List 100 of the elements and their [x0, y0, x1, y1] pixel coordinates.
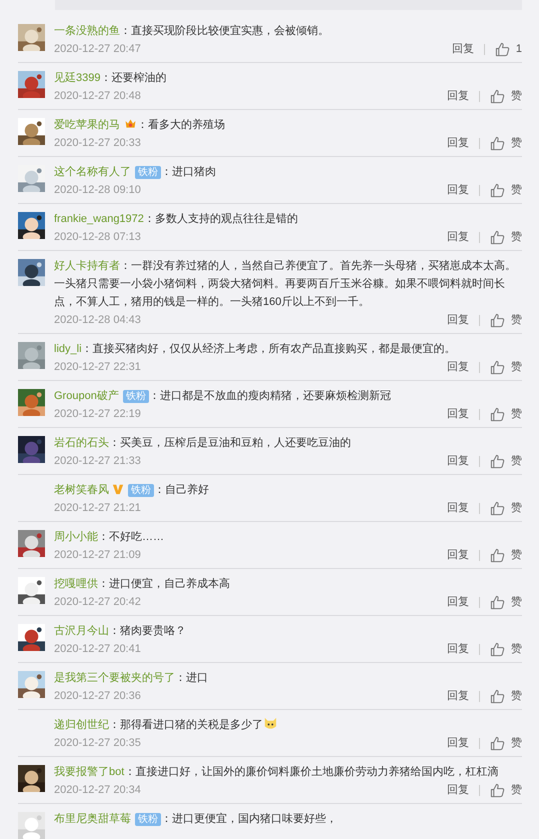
- like-count: 赞: [511, 736, 522, 751]
- comment-text: Groupon破产 铁粉 ：进口都是不放血的瘦肉精猪，还要麻烦检测新冠: [54, 388, 392, 405]
- comment-text: 老树笑春风 铁粉 ：自己养好: [54, 482, 210, 499]
- reply-link[interactable]: 回复: [447, 134, 469, 152]
- like-count: 赞: [511, 501, 522, 516]
- crown-icon: [124, 117, 137, 130]
- thumbs-up-icon[interactable]: [490, 136, 505, 150]
- thumbs-up-icon[interactable]: [490, 548, 505, 562]
- reply-link[interactable]: 回复: [447, 546, 469, 564]
- user-name-link[interactable]: Groupon破产: [54, 390, 119, 402]
- user-name-link[interactable]: 老树笑春风: [54, 484, 109, 496]
- comment-text: 岩石的石头：买美豆，压榨后是豆油和豆粕，人还要吃豆油的: [54, 436, 352, 451]
- thumbs-up-icon[interactable]: [490, 500, 505, 516]
- user-name-link[interactable]: 岩石的石头: [54, 437, 109, 449]
- comment-text: frankie_wang1972：多数人支持的观点往往是错的: [54, 212, 299, 227]
- user-name-link[interactable]: 我要报警了bot: [54, 766, 124, 778]
- comment-time: 2020-12-28 04:43: [54, 313, 141, 328]
- reply-link[interactable]: 回复: [447, 181, 469, 199]
- comment-text: 布里尼奥甜草莓 铁粉 ：进口更便宜，国内猪口味要好些，: [54, 812, 338, 828]
- fan-badge: 铁粉: [135, 813, 161, 826]
- user-name-link[interactable]: 周小小能: [54, 531, 98, 543]
- thumbs-up-icon[interactable]: [490, 454, 505, 468]
- like-count: 赞: [511, 313, 522, 328]
- like-count: 赞: [511, 407, 522, 422]
- thumbs-up-icon[interactable]: [490, 230, 505, 244]
- comment-time: 2020-12-27 20:48: [54, 89, 141, 104]
- comment-text: 我要报警了bot：直接进口好，让国外的廉价饲料廉价土地廉价劳动力养猪给国内吃，杠杠滴: [54, 764, 500, 780]
- user-name-link[interactable]: 挖嘎哩供: [54, 578, 98, 590]
- comment-time: 2020-12-27 20:33: [54, 136, 141, 151]
- like-count: 赞: [511, 642, 522, 657]
- like-count: 赞: [511, 89, 522, 104]
- comment-text: 是我第三个要被夹的号了：进口: [54, 671, 209, 686]
- like-count: 赞: [511, 595, 522, 610]
- like-count: 赞: [511, 230, 522, 245]
- thumbs-up-icon[interactable]: [490, 642, 505, 656]
- reply-link[interactable]: 回复: [447, 452, 469, 470]
- like-count: 1: [516, 42, 522, 57]
- comment-time: 2020-12-27 20:41: [54, 642, 141, 657]
- reply-link[interactable]: 回复: [447, 593, 469, 611]
- thumbs-up-icon[interactable]: [494, 42, 510, 56]
- reply-link[interactable]: 回复: [447, 687, 469, 705]
- reply-link[interactable]: 回复: [447, 734, 469, 752]
- thumbs-up-icon[interactable]: [490, 360, 505, 374]
- user-name-link[interactable]: 爱吃苹果的马: [54, 119, 120, 131]
- comment-time: 2020-12-27 20:42: [54, 595, 141, 610]
- comment-text: 爱吃苹果的马 ：看多大的养殖场: [54, 116, 226, 133]
- comment-text: 周小小能：不好吃……: [54, 530, 165, 545]
- like-count: 赞: [511, 548, 522, 563]
- reply-link[interactable]: 回复: [447, 87, 469, 105]
- comment-text: 递归创世纪：那得看进口猪的关税是多少了: [54, 716, 522, 734]
- comment-time: 2020-12-27 21:21: [54, 501, 141, 516]
- comment-time: 2020-12-27 21:09: [54, 548, 141, 563]
- thumbs-up-icon[interactable]: [490, 312, 505, 328]
- comment-time: 2020-12-28 07:13: [54, 230, 141, 245]
- like-count: 赞: [511, 454, 522, 469]
- user-name-link[interactable]: 好人卡持有者: [54, 260, 120, 272]
- thumbs-up-icon[interactable]: [490, 782, 505, 798]
- user-name-link[interactable]: 是我第三个要被夹的号了: [54, 672, 175, 684]
- reply-link[interactable]: 回复: [447, 358, 469, 376]
- comment-text: 好人卡持有者：一群没有养过猪的人，当然自己养便宜了。首先养一头母猪，买猪崽成本太高。一头猪只需要一小袋小猪饲料，两袋大猪饲料。再要两百斤玉米谷糠。如果不喂饲料就时间长点，不算人工，猪用的钱是一样的。一头猪160斤以上不到一千。: [54, 258, 517, 310]
- comment-text: 这个名称有人了 铁粉 ：进口猪肉: [54, 164, 217, 181]
- user-name-link[interactable]: frankie_wang1972: [54, 213, 144, 225]
- user-name-link[interactable]: 一条没熟的鱼: [54, 25, 120, 37]
- reply-link[interactable]: 回复: [447, 405, 469, 423]
- user-name-link[interactable]: 布里尼奥甜草莓: [54, 813, 131, 825]
- thumbs-up-icon[interactable]: [490, 182, 505, 198]
- thumbs-up-icon[interactable]: [490, 88, 505, 104]
- comment-text: lidy_li：直接买猪肉好，仅仅从经济上考虑，所有农产品直接购买，都是最便宜的。: [54, 342, 457, 357]
- like-count: 赞: [511, 183, 522, 198]
- user-name-link[interactable]: 这个名称有人了: [54, 166, 131, 178]
- thumbs-up-icon[interactable]: [490, 406, 505, 422]
- comment-time: 2020-12-27 20:47: [54, 42, 141, 57]
- comment-text: 挖嘎哩供：进口便宜，自己养成本高: [54, 576, 231, 592]
- thumbs-up-icon[interactable]: [490, 688, 505, 704]
- like-count: 赞: [511, 136, 522, 151]
- user-name-link[interactable]: lidy_li: [54, 343, 82, 355]
- thumbs-up-icon[interactable]: [490, 594, 505, 610]
- reply-link[interactable]: 回复: [452, 40, 474, 58]
- comment-text: 一条没熟的鱼：直接买现阶段比较便宜实惠，会被倾销。: [54, 24, 330, 39]
- comment-time: 2020-12-27 20:34: [54, 783, 141, 798]
- user-name-link[interactable]: 见廷3399: [54, 72, 100, 84]
- comment-text: 见廷3399：还要榨油的: [54, 71, 168, 86]
- comment-time: 2020-12-27 22:31: [54, 360, 141, 375]
- comment-time: 2020-12-27 21:33: [54, 454, 141, 469]
- user-name-link[interactable]: 古沢月今山: [54, 625, 109, 637]
- comment-time: 2020-12-28 09:10: [54, 183, 141, 198]
- comment-time: 2020-12-27 20:36: [54, 689, 141, 704]
- like-count: 赞: [511, 360, 522, 375]
- fan-badge: 铁粉: [135, 166, 161, 179]
- reply-link[interactable]: 回复: [447, 228, 469, 246]
- comment-time: 2020-12-27 20:35: [54, 736, 141, 751]
- reply-link[interactable]: 回复: [447, 311, 469, 329]
- user-name-link[interactable]: 递归创世纪: [54, 719, 109, 731]
- reply-link[interactable]: 回复: [447, 781, 469, 799]
- thumbs-up-icon[interactable]: [490, 736, 505, 750]
- reply-link[interactable]: 回复: [447, 499, 469, 517]
- like-count: 赞: [511, 689, 522, 704]
- fan-badge: 铁粉: [122, 390, 149, 403]
- reply-link[interactable]: 回复: [447, 640, 469, 658]
- like-count: 赞: [511, 783, 522, 798]
